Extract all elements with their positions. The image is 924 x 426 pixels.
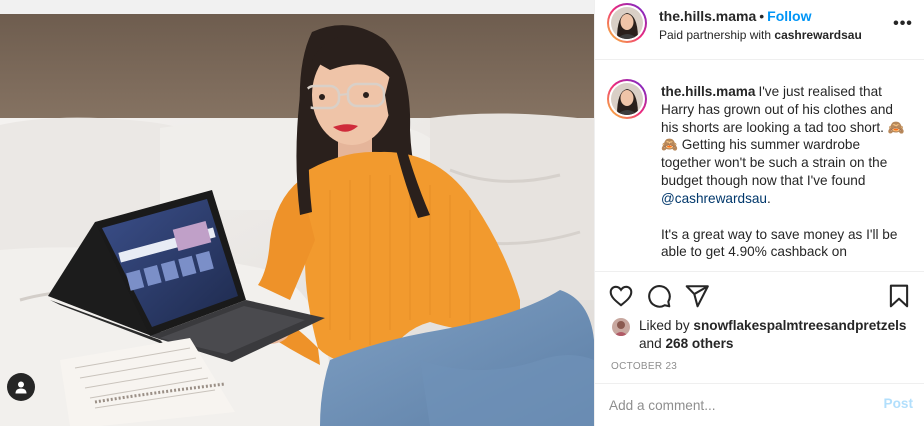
post-date[interactable]: OCTOBER 23: [611, 361, 677, 372]
post-photo[interactable]: [0, 0, 594, 426]
user-tag-button[interactable]: [7, 373, 35, 401]
comment-input[interactable]: [609, 395, 859, 415]
comment-section: Post: [595, 383, 924, 426]
save-button[interactable]: [885, 282, 913, 310]
liker-username[interactable]: snowflakespalmtreesandpretzels: [693, 318, 906, 333]
mention-link[interactable]: @cashrewardsau: [661, 191, 767, 206]
like-button[interactable]: [607, 282, 635, 310]
more-options-icon: •••: [893, 15, 913, 32]
comment-button[interactable]: [645, 282, 673, 310]
others-count[interactable]: 268 others: [665, 336, 733, 351]
heart-icon: [609, 285, 633, 307]
more-options-button[interactable]: •••: [891, 14, 915, 34]
and-label: and: [639, 336, 666, 351]
separator-dot: •: [759, 8, 765, 24]
post-header: the.hills.mama • Follow Paid partnership w…: [595, 0, 924, 60]
post-side-panel: the.hills.mama • Follow Paid partnership w…: [594, 0, 924, 426]
follow-button[interactable]: Follow: [767, 8, 811, 24]
share-button[interactable]: [683, 282, 711, 310]
post-image: [0, 0, 594, 426]
author-username[interactable]: the.hills.mama: [659, 8, 756, 24]
caption-text: the.hills.mama I've just realised that Ha…: [661, 83, 909, 261]
partner-link[interactable]: cashrewardsau: [774, 28, 861, 42]
liked-by-label: Liked by: [639, 318, 694, 333]
post-comment-button[interactable]: Post: [884, 396, 913, 411]
caption-body: I've just realised that Harry has grown …: [661, 84, 905, 188]
likes-summary: Liked by snowflakespalmtreesandpretzels …: [609, 317, 915, 353]
caption-body-2: It's a great way to save money as I'll b…: [661, 226, 898, 260]
share-icon: [685, 285, 709, 308]
caption-username[interactable]: the.hills.mama: [661, 84, 755, 99]
liker-avatar[interactable]: [612, 318, 630, 336]
author-avatar[interactable]: [607, 3, 647, 43]
bookmark-icon: [889, 284, 909, 308]
comment-icon: [648, 285, 671, 308]
caption-period: .: [766, 190, 771, 206]
caption-avatar[interactable]: [607, 79, 647, 119]
caption-section: the.hills.mama I've just realised that Ha…: [595, 61, 924, 271]
actions-section: Liked by snowflakespalmtreesandpretzels …: [595, 271, 924, 383]
user-tag-icon: [14, 380, 28, 394]
paid-partnership-label: Paid partnership with: [659, 28, 775, 42]
instagram-post: the.hills.mama • Follow Paid partnership w…: [0, 0, 924, 426]
